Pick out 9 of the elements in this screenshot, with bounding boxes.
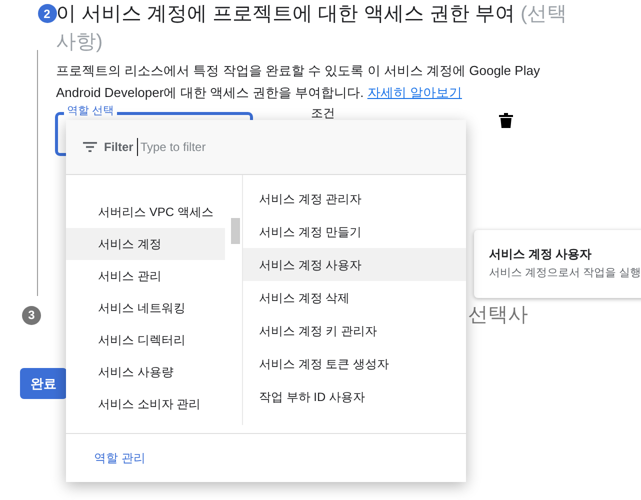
- section-title: 이 서비스 계정에 프로젝트에 대한 액세스 권한 부여 (선택사항): [56, 2, 568, 55]
- description-text: 프로젝트의 리소스에서 특정 작업을 완료할 수 있도록 이 서비스 계정에 Google Play Android Developer에 대한 액세스 권한을 부여합니다. 자세히 알아보기: [56, 62, 541, 102]
- filter-label: Filter: [104, 139, 134, 156]
- tooltip-title: 서비스 계정 사용자: [489, 246, 593, 263]
- step-number: 2: [38, 4, 56, 23]
- condition-label: 조건: [311, 105, 335, 122]
- step-number: 3: [22, 306, 41, 324]
- tooltip-text: 서비스 계정으로서 작업을 실행: [489, 266, 641, 281]
- section-title: 선택사: [468, 303, 528, 328]
